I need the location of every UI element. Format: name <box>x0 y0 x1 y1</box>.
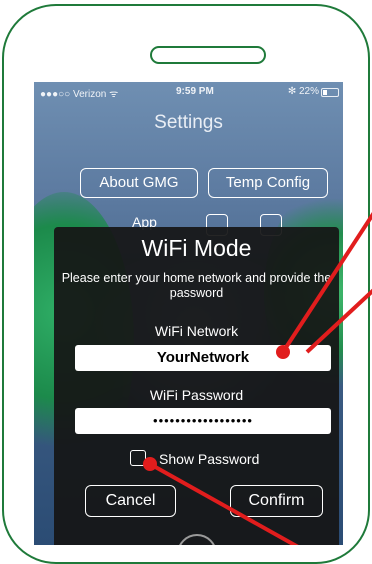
phone-speaker <box>150 46 266 64</box>
dialog-title: WiFi Mode <box>141 235 252 261</box>
show-password-label: Show Password <box>159 451 260 467</box>
home-button-icon <box>177 534 217 545</box>
status-time: 9:59 PM <box>176 86 214 97</box>
wifi-password-label: WiFi Password <box>149 387 244 403</box>
dialog-message: Please enter your home network and provi… <box>61 271 332 300</box>
page-title: Settings <box>154 112 223 133</box>
show-password-checkbox[interactable] <box>130 450 146 466</box>
status-bar: ●●●○○ Verizon ᯤ 9:59 PM ✻ 22% <box>34 82 343 102</box>
temp-config-button[interactable]: Temp Config <box>208 168 328 198</box>
app-screen: ●●●○○ Verizon ᯤ 9:59 PM ✻ 22% Settings A… <box>34 82 343 545</box>
confirm-button[interactable]: Confirm <box>230 485 323 517</box>
about-gmg-button[interactable]: About GMG <box>80 168 198 198</box>
wifi-network-input[interactable]: YourNetwork <box>75 345 331 371</box>
carrier-signal: ●●●○○ Verizon ᯤ <box>40 89 119 100</box>
battery-level: ✻ 22% <box>287 86 319 97</box>
wifi-network-label: WiFi Network <box>154 323 239 339</box>
cancel-button[interactable]: Cancel <box>85 485 176 517</box>
wifi-password-input[interactable]: •••••••••••••••••• <box>75 408 331 434</box>
wifi-mode-dialog: WiFi Mode Please enter your home network… <box>54 227 339 545</box>
battery-icon <box>321 88 339 97</box>
